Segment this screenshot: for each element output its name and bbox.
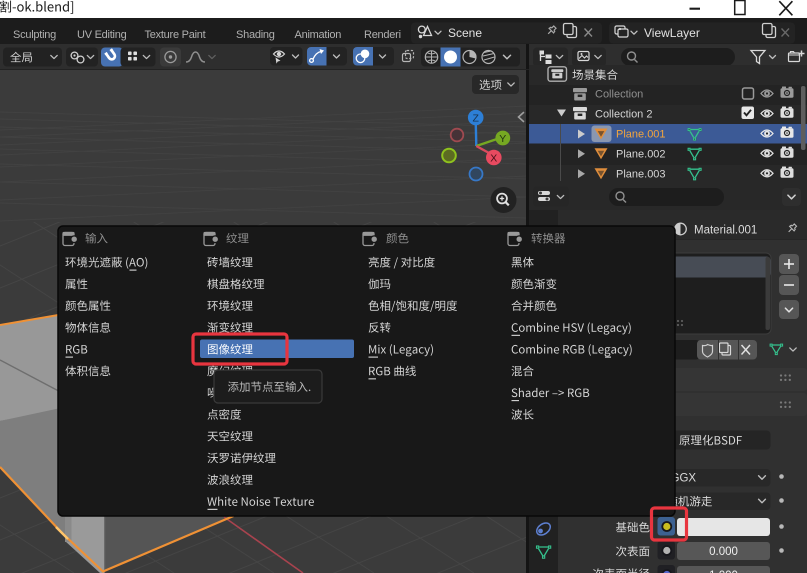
svg-text:UV Editing: UV Editing bbox=[77, 29, 127, 41]
svg-text:Renderi: Renderi bbox=[364, 29, 401, 41]
svg-text:Texture Paint: Texture Paint bbox=[145, 29, 206, 41]
svg-text:Collection 2: Collection 2 bbox=[595, 109, 652, 121]
svg-text:Z: Z bbox=[472, 113, 479, 125]
svg-text:Y: Y bbox=[499, 133, 506, 145]
svg-text:Plane.003: Plane.003 bbox=[616, 169, 666, 181]
svg-text:Plane.002: Plane.002 bbox=[616, 149, 666, 161]
svg-text:Shading: Shading bbox=[236, 29, 275, 41]
svg-text:Animation: Animation bbox=[295, 29, 342, 41]
svg-text:Collection: Collection bbox=[595, 89, 643, 101]
svg-text:Scene: Scene bbox=[448, 26, 482, 40]
svg-text:ViewLayer: ViewLayer bbox=[644, 26, 700, 40]
svg-text:X: X bbox=[490, 153, 497, 165]
svg-text:0.000: 0.000 bbox=[709, 546, 738, 558]
svg-text:Sculpting: Sculpting bbox=[13, 29, 56, 41]
svg-text:Plane.001: Plane.001 bbox=[616, 129, 666, 141]
svg-text:Material.001: Material.001 bbox=[694, 225, 757, 237]
